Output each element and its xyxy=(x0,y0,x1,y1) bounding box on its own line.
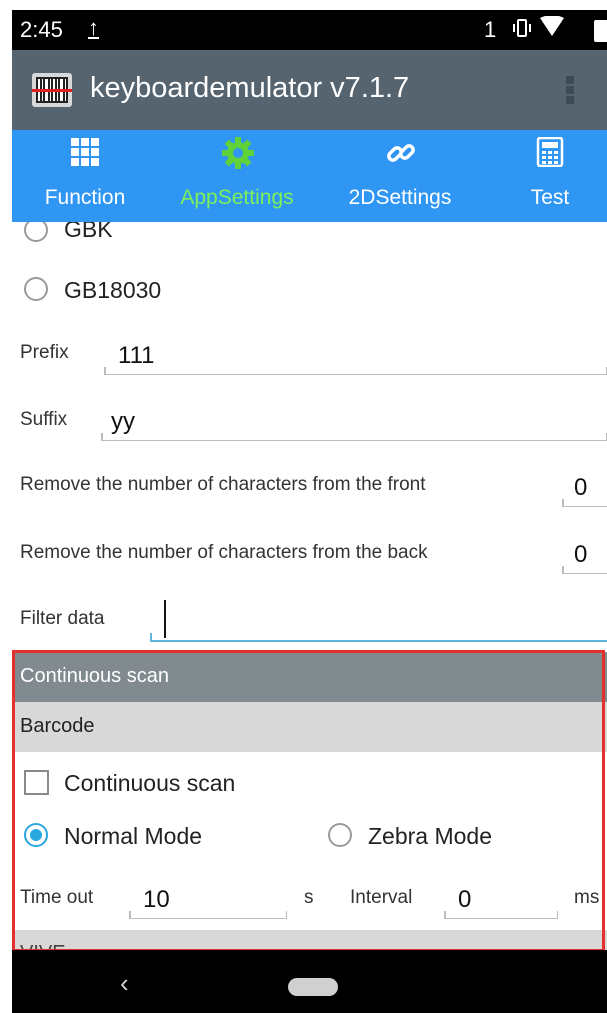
remove-front-input[interactable]: 0 xyxy=(562,458,607,507)
interval-input[interactable]: 0 xyxy=(444,870,558,919)
app-title: keyboardemulator v7.1.7 xyxy=(90,72,410,104)
encoding-label: GBK xyxy=(64,222,113,242)
battery-icon xyxy=(594,20,607,42)
category-header-title: Continuous scan xyxy=(20,665,169,687)
sim-indicator: 1 xyxy=(484,17,497,42)
home-pill-button[interactable] xyxy=(288,978,338,996)
remove-front-label: Remove the number of characters from the… xyxy=(20,474,426,495)
timeout-value: 10 xyxy=(143,886,170,913)
tab-2dsettings[interactable]: 2DSettings xyxy=(316,130,484,222)
encoding-label: GB18030 xyxy=(64,277,162,303)
continuous-scan-label: Continuous scan xyxy=(64,770,236,796)
radio-button-selected[interactable] xyxy=(24,823,48,847)
tab-2dsettings-label: 2DSettings xyxy=(348,186,452,209)
normal-mode-label: Normal Mode xyxy=(64,823,203,849)
tab-appsettings[interactable]: AppSettings xyxy=(158,130,316,222)
tab-function-label: Function xyxy=(44,186,126,209)
app-window: 2:45 ↑ 1 keyboardemulator v7.1.7 Functio… xyxy=(12,10,607,1013)
suffix-label: Suffix xyxy=(20,409,68,430)
remove-front-value: 0 xyxy=(574,474,588,501)
prefix-value: 111 xyxy=(118,342,155,369)
tab-test[interactable]: Test xyxy=(484,130,607,222)
tab-function[interactable]: Function xyxy=(12,130,158,222)
text-cursor xyxy=(164,600,166,638)
status-bar: 2:45 ↑ 1 xyxy=(12,10,607,50)
subheader-title: VIVE xyxy=(20,942,66,950)
continuous-scan-checkbox[interactable] xyxy=(24,770,49,795)
radio-button[interactable] xyxy=(24,277,48,301)
zebra-mode-label: Zebra Mode xyxy=(368,823,493,849)
timeout-label: Time out xyxy=(20,887,94,908)
prefix-label: Prefix xyxy=(20,342,69,363)
encoding-option-gb18030[interactable]: GB18030 xyxy=(12,270,607,314)
gear-icon xyxy=(222,137,254,169)
subheader-next-partial: VIVE xyxy=(12,930,607,950)
filter-label: Filter data xyxy=(20,608,105,629)
radio-button[interactable] xyxy=(328,823,352,847)
timeout-unit: s xyxy=(304,887,314,908)
upload-icon: ↑ xyxy=(88,15,99,40)
encoding-option-gbk[interactable]: GBK xyxy=(12,222,607,248)
prefix-input[interactable]: 111 xyxy=(104,326,607,375)
overflow-menu-icon[interactable] xyxy=(564,74,576,110)
settings-content[interactable]: GBK GB18030 Prefix 111 Suffix yy Remove … xyxy=(12,222,607,950)
back-icon[interactable]: ‹ xyxy=(120,968,129,999)
vibrate-icon xyxy=(510,18,534,43)
status-time: 2:45 xyxy=(20,17,63,42)
interval-unit: ms xyxy=(574,887,600,908)
barcode-icon xyxy=(32,71,72,109)
subheader-title: Barcode xyxy=(20,715,95,737)
suffix-input[interactable]: yy xyxy=(101,392,607,441)
category-header-continuous-scan: Continuous scan xyxy=(12,652,607,702)
normal-mode-option[interactable]: Normal Mode xyxy=(12,813,312,857)
interval-value: 0 xyxy=(458,886,472,913)
zebra-mode-option[interactable]: Zebra Mode xyxy=(316,813,607,857)
suffix-value: yy xyxy=(111,408,135,435)
navigation-bar: ‹ xyxy=(12,950,607,1013)
radio-button[interactable] xyxy=(24,222,48,242)
tab-appsettings-label: AppSettings xyxy=(180,186,294,209)
app-bar: keyboardemulator v7.1.7 xyxy=(12,50,607,130)
grid-icon xyxy=(70,137,100,167)
remove-back-label: Remove the number of characters from the… xyxy=(20,542,428,563)
continuous-scan-checkbox-row[interactable]: Continuous scan xyxy=(12,759,607,803)
tab-bar: Function AppSettings 2DSettings Test xyxy=(12,130,607,222)
link-icon xyxy=(385,137,415,167)
subheader-barcode: Barcode xyxy=(12,702,607,752)
timeout-input[interactable]: 10 xyxy=(129,870,287,919)
tab-test-label: Test xyxy=(530,186,570,209)
filter-input[interactable] xyxy=(150,594,607,642)
remove-back-value: 0 xyxy=(574,541,588,568)
wifi-icon xyxy=(540,15,564,44)
calculator-icon xyxy=(535,136,565,168)
interval-label: Interval xyxy=(350,887,413,908)
remove-back-input[interactable]: 0 xyxy=(562,525,607,574)
